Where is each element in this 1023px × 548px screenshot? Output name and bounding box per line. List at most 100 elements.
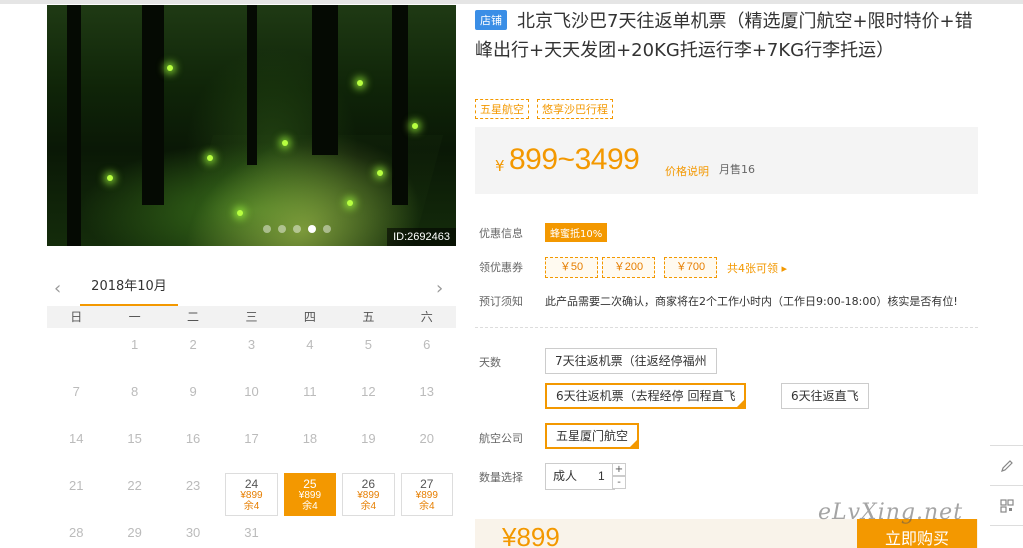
day-number: 13 — [419, 384, 434, 399]
calendar-day: 11 — [281, 377, 339, 424]
day-number: 12 — [361, 384, 376, 399]
day-number: 31 — [244, 525, 259, 540]
day-number: 26 — [361, 477, 376, 491]
calendar-day: 7 — [47, 377, 105, 424]
more-coupons-link[interactable]: 共4张可领 ▸ — [727, 260, 787, 276]
weekday-label: 日 — [70, 310, 83, 324]
total-price: ¥899 — [502, 522, 560, 548]
day-number: 1 — [131, 337, 139, 352]
calendar-day: 9 — [164, 377, 222, 424]
calendar-day: 29 — [105, 518, 163, 548]
day-number: 5 — [364, 337, 372, 352]
notice-label: 预订须知 — [479, 295, 523, 308]
day-number: 11 — [303, 384, 317, 399]
calendar-day: 31 — [222, 518, 280, 548]
weekday-label: 五 — [362, 310, 375, 324]
slide-dot[interactable] — [293, 225, 301, 233]
days-option-6day-direct[interactable]: 6天往返直飞 — [781, 383, 869, 409]
quantity-label: 数量选择 — [479, 471, 523, 484]
day-number: 29 — [127, 525, 142, 540]
calendar-day-available[interactable]: 27 ¥899 余4 — [400, 473, 453, 516]
calendar-weekday-header: 日一二三四五六 — [47, 306, 456, 328]
calendar-day: 15 — [105, 424, 163, 471]
day-number: 4 — [306, 337, 314, 352]
calendar-day-available[interactable]: 24 ¥899 余4 — [225, 473, 278, 516]
photo-tree-trunk — [247, 5, 257, 165]
day-number: 27 — [420, 477, 434, 491]
quantity-plus-button[interactable]: + — [612, 463, 626, 476]
airline-option[interactable]: 五星厦门航空 — [545, 423, 640, 449]
coupon-700[interactable]: ￥700 — [664, 257, 717, 278]
firefly — [107, 175, 113, 181]
firefly — [207, 155, 213, 161]
product-photo[interactable]: ID:2692463 — [47, 5, 456, 246]
calendar-day: 13 — [398, 377, 456, 424]
day-number: 24 — [244, 477, 259, 491]
day-number: 15 — [127, 431, 142, 446]
promo-badge: 蜂蜜抵10% — [545, 223, 608, 242]
day-price: ¥899 — [298, 490, 322, 501]
firefly — [282, 140, 288, 146]
calendar-day: 1 — [105, 330, 163, 377]
calendar-day: 4 — [281, 330, 339, 377]
coupon-label: 领优惠券 — [479, 261, 523, 274]
calendar-day: 20 — [398, 424, 456, 471]
product-title: 北京飞沙巴7天往返单机票（精选厦门航空+限时特价+错峰出行+天天发团+20KG托… — [475, 11, 973, 61]
day-number: 3 — [247, 337, 256, 352]
slide-dot[interactable] — [323, 225, 331, 233]
firefly — [347, 200, 353, 206]
weekday-label: 一 — [128, 310, 141, 324]
quantity-minus-button[interactable]: - — [612, 476, 626, 489]
photo-tree-trunk — [392, 5, 408, 205]
calendar-day: 28 — [47, 518, 105, 548]
day-number: 30 — [185, 525, 201, 540]
calendar-day-selected[interactable]: 25 ¥899 余4 — [283, 473, 337, 516]
day-number: 16 — [185, 431, 201, 446]
slide-dot[interactable] — [278, 225, 286, 233]
coupon-50[interactable]: ￥50 — [545, 257, 598, 278]
day-number: 8 — [131, 384, 139, 399]
booking-notice: 此产品需要二次确认，商家将在2个工作小时内（工作日9:00-18:00）核实是否… — [545, 295, 958, 308]
day-number: 28 — [68, 525, 84, 540]
calendar-day: 21 — [47, 471, 105, 518]
product-tag: 五星航空 — [475, 99, 529, 119]
weekday-label: 六 — [420, 310, 433, 324]
chevron-left-icon[interactable]: ‹ — [54, 278, 61, 299]
day-number: 22 — [127, 478, 142, 493]
quantity-value[interactable]: 1 — [598, 469, 605, 483]
calendar-month-tab[interactable]: 2018年10月 — [80, 278, 178, 306]
price-description-link[interactable]: 价格说明 — [665, 163, 709, 179]
calendar-day: 12 — [339, 377, 397, 424]
price-range: 899~3499 — [509, 143, 640, 176]
top-border — [0, 0, 1023, 4]
day-number: 23 — [185, 478, 201, 493]
days-option-6day-transfer[interactable]: 6天往返机票（去程经停 回程直飞 — [545, 383, 747, 409]
calendar-day-available[interactable]: 26 ¥899 余4 — [342, 473, 395, 516]
day-number: 19 — [361, 431, 376, 446]
price-box: ¥ 899~3499 价格说明 月售16 — [475, 127, 978, 194]
photo-tree-trunk — [312, 5, 338, 155]
slide-dot[interactable] — [263, 225, 271, 233]
weekday-label: 二 — [187, 310, 200, 324]
calendar-day: 10 — [222, 377, 280, 424]
calendar-day: 5 — [339, 330, 397, 377]
weekday-label: 四 — [303, 310, 316, 324]
pencil-icon[interactable] — [990, 446, 1023, 486]
firefly — [377, 170, 383, 176]
day-number: 9 — [189, 384, 197, 399]
coupon-200[interactable]: ￥200 — [602, 257, 655, 278]
qr-code-icon[interactable] — [990, 486, 1023, 526]
days-option-7day[interactable]: 7天往返机票（往返经停福州 — [545, 348, 717, 374]
slide-indicators — [263, 225, 331, 233]
slide-dot-active[interactable] — [308, 225, 316, 233]
calendar-day: 8 — [105, 377, 163, 424]
calendar-day: 19 — [339, 424, 397, 471]
calendar-day: 30 — [164, 518, 222, 548]
chevron-right-icon[interactable]: › — [436, 278, 443, 299]
day-number: 18 — [302, 431, 318, 446]
calendar-day: 14 — [47, 424, 105, 471]
day-number: 10 — [244, 384, 259, 399]
calendar-day: 3 — [222, 330, 280, 377]
day-price: ¥899 — [415, 490, 438, 501]
day-number: 20 — [419, 431, 434, 446]
